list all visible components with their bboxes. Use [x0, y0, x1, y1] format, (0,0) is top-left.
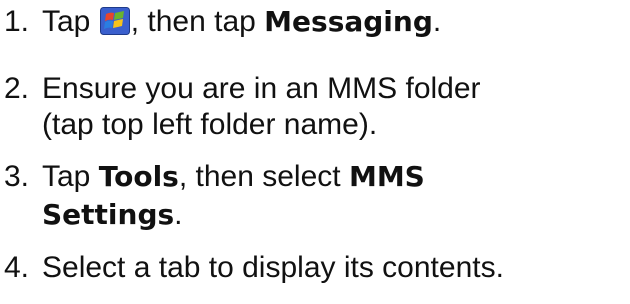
messaging-term: Messaging: [264, 5, 433, 38]
mms-term: MMS: [348, 160, 425, 193]
tools-term: Tools: [98, 160, 179, 193]
step-3-continuation: Settings.: [42, 196, 183, 234]
step-text: Ensure you are in an MMS folder: [42, 72, 481, 105]
step-text: .: [432, 5, 442, 38]
step-text: , then select: [178, 160, 341, 193]
step-2: 2. Ensure you are in an MMS folder: [0, 70, 481, 108]
windows-start-icon: [99, 7, 130, 35]
step-1: 1. Tap , then tap Messaging.: [0, 3, 441, 41]
step-text: , then tap: [130, 5, 256, 38]
instruction-steps: 1. Tap , then tap Messaging. 2. Ensure you…: [0, 0, 630, 304]
step-text: .: [174, 198, 183, 231]
settings-term: Settings: [42, 198, 175, 231]
step-4: 4. Select a tab to display its contents.: [0, 249, 504, 287]
step-number: 1.: [4, 5, 30, 38]
step-number: 4.: [4, 251, 30, 284]
step-3: 3. Tap Tools, then select MMS: [0, 158, 425, 196]
step-text: Select a tab to display its contents.: [42, 251, 504, 284]
step-text: Tap: [42, 5, 91, 38]
step-number: 2.: [4, 72, 30, 105]
step-2-continuation: (tap top left folder name).: [42, 108, 378, 141]
step-text: Tap: [42, 160, 91, 193]
step-number: 3.: [4, 160, 30, 193]
